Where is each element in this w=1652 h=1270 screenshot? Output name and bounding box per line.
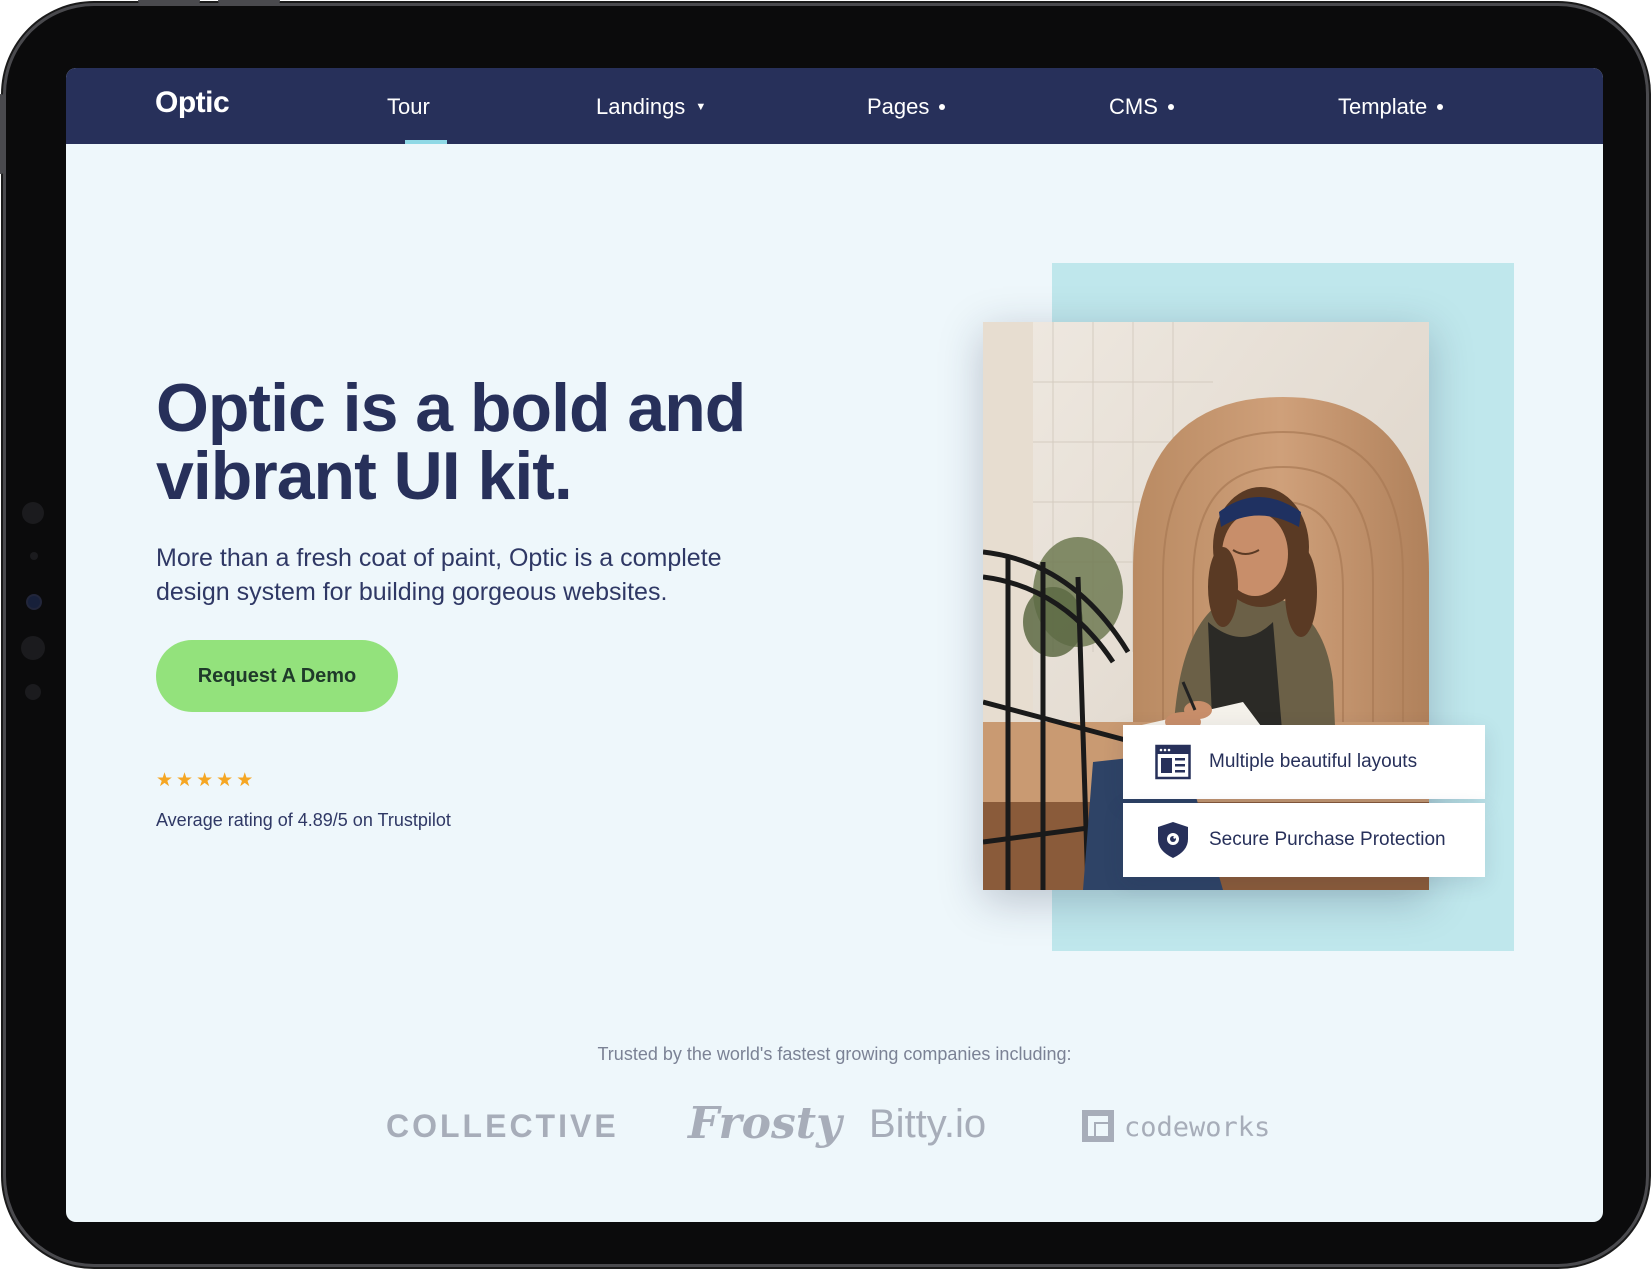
request-demo-button[interactable]: Request A Demo [156,640,398,712]
nav-item-label: Pages [867,94,930,119]
star-icon: ★ [196,770,214,791]
nav-item-tour[interactable]: Tour [387,94,430,120]
trusted-heading: Trusted by the world's fastest growing c… [597,1044,1072,1064]
nav-item-label: Landings [596,94,686,119]
client-logos: COLLECTIVE Frosty Bitty.io codeworks [66,1098,1603,1168]
camera-lens [28,596,40,608]
dropdown-dot-icon [1437,104,1444,110]
screen: Optic Tour Landings ▼ Pages CMS Template [66,68,1603,1222]
layout-icon [1155,744,1191,780]
volume-button-top-2 [218,0,280,4]
nav-item-landings[interactable]: Landings ▼ [596,94,706,120]
active-tab-indicator [405,140,447,144]
brand-logo-frosty: Frosty [688,1098,842,1149]
codeworks-logo-icon [1082,1110,1114,1142]
caret-down-icon: ▼ [695,101,707,113]
nav-item-template[interactable]: Template [1338,94,1444,120]
nav-item-pages[interactable]: Pages [867,94,946,120]
power-button-side [0,94,4,174]
brand-logo[interactable]: Optic [155,86,230,120]
camera-sensor [21,636,45,660]
shield-icon [1158,822,1188,858]
star-icon: ★ [176,770,194,791]
feature-label: Secure Purchase Protection [1209,829,1446,850]
rating-text: Average rating of 4.89/5 on Trustpilot [156,810,451,830]
nav-item-label: Tour [387,94,430,119]
feature-card-layouts: Multiple beautiful layouts [1123,725,1485,799]
star-icon: ★ [236,770,254,791]
headline-line: vibrant UI kit. [156,438,573,514]
headline-line: Optic is a bold and [156,370,746,446]
tablet-frame: Optic Tour Landings ▼ Pages CMS Template [0,0,1646,1264]
brand-logo-codeworks: codeworks [1124,1112,1271,1143]
star-rating: ★ ★ ★ ★ ★ [156,771,253,790]
lede-line: design system for building gorgeous webs… [156,578,668,606]
brand-logo-bitty: Bitty.io [869,1102,987,1146]
star-icon: ★ [156,770,174,791]
dropdown-dot-icon [939,104,946,110]
feature-card-security: Secure Purchase Protection [1123,803,1485,877]
lede-line: More than a fresh coat of paint, Optic i… [156,544,722,572]
feature-label: Multiple beautiful layouts [1209,751,1418,772]
nav-item-label: CMS [1109,94,1158,119]
hero-lede: More than a fresh coat of paint, Optic i… [156,541,796,609]
volume-button-top [138,0,200,4]
nav-item-label: Template [1338,94,1428,119]
brand-logo-codeworks-mark [1082,1110,1114,1142]
hero-headline: Optic is a bold and vibrant UI kit. [156,374,876,510]
star-icon: ★ [216,770,234,791]
camera-sensor [25,684,41,700]
dropdown-dot-icon [1167,104,1174,110]
nav-item-cms[interactable]: CMS [1109,94,1174,120]
top-nav: Optic Tour Landings ▼ Pages CMS Template [66,68,1603,144]
camera-sensor [30,552,38,560]
camera-sensor [22,502,44,524]
brand-logo-collective: COLLECTIVE [386,1108,619,1144]
